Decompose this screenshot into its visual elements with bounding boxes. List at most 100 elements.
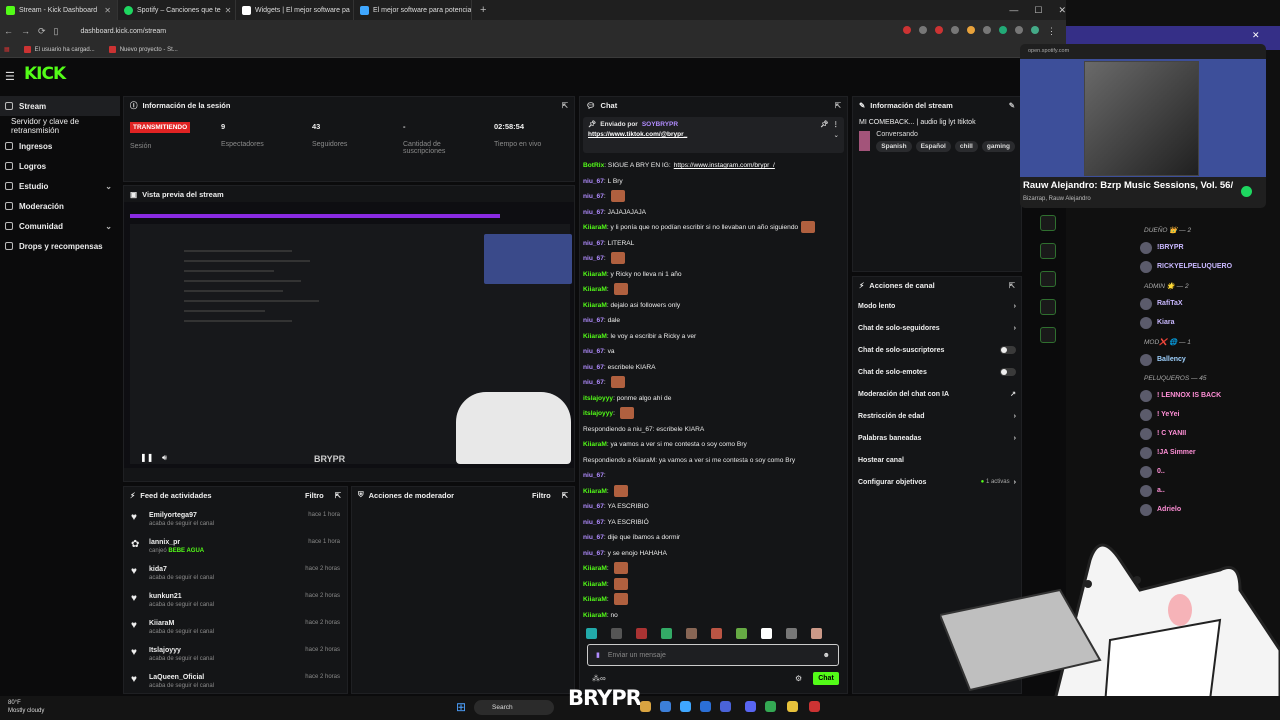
maximize-icon[interactable]: ☐: [1034, 5, 1042, 16]
chat-username[interactable]: KiiaraM: [583, 612, 607, 619]
extension-icon[interactable]: [983, 25, 991, 34]
app-icon[interactable]: [809, 701, 820, 712]
sidebar-item-drops[interactable]: Drops y recompensas: [0, 236, 120, 256]
broadcast-icon[interactable]: [1040, 271, 1056, 287]
weather-widget[interactable]: 80°F Mostly cloudy: [8, 699, 44, 715]
action-ai-moderation[interactable]: Moderación del chat con IA ↗: [853, 383, 1021, 405]
forward-icon[interactable]: →: [21, 26, 30, 36]
app-icon[interactable]: [787, 701, 798, 712]
close-window-icon[interactable]: ✕: [1058, 5, 1066, 16]
tab-widgets[interactable]: Widgets | El mejor software pa✕: [236, 0, 354, 20]
sidebar-item-moderacion[interactable]: Moderación: [0, 196, 120, 216]
chat-username[interactable]: BotRix: [583, 162, 604, 169]
member-item[interactable]: Ballency: [1140, 350, 1270, 369]
extension-icon[interactable]: [1015, 25, 1023, 34]
tab-spotify[interactable]: Spotify – Canciones que te ✕: [118, 0, 236, 20]
menu-dots-icon[interactable]: ⋮: [1047, 26, 1056, 37]
kick-logo[interactable]: KICK: [24, 64, 66, 84]
sidebar-item-logros[interactable]: Logros: [0, 156, 120, 176]
chat-username[interactable]: niu_67: [583, 209, 604, 216]
chat-username[interactable]: niu_67: [583, 364, 604, 371]
emote-icon[interactable]: [586, 628, 597, 639]
app-icon[interactable]: [660, 701, 671, 712]
extension-icon[interactable]: [903, 25, 911, 34]
action-followers-only[interactable]: Chat de solo-seguidores ›: [853, 317, 1021, 339]
chrome-icon[interactable]: [765, 701, 776, 712]
close-tab-icon[interactable]: ✕: [104, 6, 111, 15]
emote-icon[interactable]: [736, 628, 747, 639]
member-item[interactable]: !JA Simmer: [1140, 443, 1270, 462]
windows-start-icon[interactable]: ⊞: [456, 700, 466, 714]
emote-icon[interactable]: [786, 628, 797, 639]
pinned-link[interactable]: https://www.tiktok.com/@brypr_: [588, 131, 687, 139]
chat-username[interactable]: niu_67: [583, 240, 604, 247]
popout-icon[interactable]: ⇱: [1009, 281, 1015, 290]
chat-username[interactable]: KiiaraM: [583, 224, 607, 231]
edge-icon[interactable]: [700, 701, 711, 712]
chat-username[interactable]: niu_67: [583, 519, 604, 526]
action-age-restriction[interactable]: Restricción de edad ›: [853, 405, 1021, 427]
extension-icon[interactable]: [967, 25, 975, 34]
emotes-only-toggle[interactable]: [1000, 368, 1016, 376]
chat-username[interactable]: itslajoyyy: [583, 395, 613, 402]
minimize-icon[interactable]: —: [1009, 5, 1018, 15]
mod-filter-button[interactable]: Filtro: [532, 491, 551, 500]
chat-username[interactable]: KiiaraM: [583, 565, 607, 572]
chat-username[interactable]: KiiaraM: [583, 333, 607, 340]
chat-settings-icon[interactable]: ⁂∞: [592, 674, 606, 683]
bookmark-item[interactable]: El usuario ha cargad...: [23, 46, 95, 53]
chat-username[interactable]: itslajoyyy: [583, 410, 613, 417]
extension-icon[interactable]: [919, 25, 927, 34]
emoji-icon[interactable]: ☻: [823, 652, 830, 659]
chevron-down-icon[interactable]: ⌄: [834, 131, 839, 139]
sidebar-toggle-icon[interactable]: ▯: [54, 26, 59, 37]
member-item[interactable]: ! YeYei: [1140, 405, 1270, 424]
apps-icon[interactable]: ▦: [4, 46, 10, 53]
member-item[interactable]: !BRYPR: [1140, 238, 1270, 257]
member-item[interactable]: a..: [1140, 481, 1270, 500]
chat-username[interactable]: KiiaraM: [583, 581, 607, 588]
chat-username[interactable]: KiiaraM: [583, 488, 607, 495]
menu-dots-icon[interactable]: ⋮: [833, 120, 840, 128]
chat-username[interactable]: KiiaraM: [583, 302, 607, 309]
action-goals[interactable]: Configurar objetivos ● 1 activas ›: [853, 471, 1021, 493]
sidebar-item-ingresos[interactable]: Ingresos: [0, 136, 120, 156]
chat-bubble-icon[interactable]: [1040, 243, 1056, 259]
profile-avatar-icon[interactable]: [1031, 25, 1039, 34]
chat-username[interactable]: KiiaraM: [583, 596, 607, 603]
chat-username[interactable]: KiiaraM: [583, 441, 607, 448]
chat-username[interactable]: niu_67: [583, 503, 604, 510]
member-item[interactable]: ! C YANII: [1140, 424, 1270, 443]
member-item[interactable]: RafiTaX: [1140, 294, 1270, 313]
volume-icon[interactable]: 🔊︎: [162, 453, 167, 463]
close-tab-icon[interactable]: ✕: [225, 6, 232, 15]
discord-icon[interactable]: [745, 701, 756, 712]
send-chat-button[interactable]: Chat: [813, 672, 839, 685]
activity-filter-button[interactable]: Filtro: [305, 491, 324, 500]
member-item[interactable]: 0..: [1140, 462, 1270, 481]
edit-icon[interactable]: ✎: [1009, 101, 1015, 110]
chat-username[interactable]: niu_67: [583, 534, 604, 541]
extension-icon[interactable]: [935, 25, 943, 34]
extension-icon[interactable]: [951, 25, 959, 34]
chat-username[interactable]: niu_67: [583, 317, 604, 324]
chat-username[interactable]: niu_67: [583, 255, 604, 262]
chat-username[interactable]: niu_67: [583, 348, 604, 355]
app-icon[interactable]: [720, 701, 731, 712]
screen-icon[interactable]: [1040, 299, 1056, 315]
stream-preview-video[interactable]: BRYPR ❚❚ 🔊︎: [124, 202, 574, 468]
member-item[interactable]: ! LENNOX IS BACK: [1140, 386, 1270, 405]
member-item[interactable]: Adrielo: [1140, 500, 1270, 519]
taskbar-search[interactable]: Search: [474, 700, 554, 715]
sidebar-item-stream[interactable]: Stream: [0, 96, 120, 116]
emote-icon[interactable]: [686, 628, 697, 639]
chat-input[interactable]: ▮ Enviar un mensaje ☻: [587, 644, 839, 666]
chat-username[interactable]: niu_67: [583, 472, 604, 479]
extension-icon[interactable]: [999, 25, 1007, 34]
new-tab-button[interactable]: +: [472, 4, 494, 16]
chat-username[interactable]: niu_67: [583, 379, 604, 386]
popout-icon[interactable]: ⇱: [562, 491, 568, 500]
url-field[interactable]: dashboard.kick.com/stream: [81, 28, 167, 35]
gear-icon[interactable]: ⚙: [795, 674, 802, 683]
chat-username[interactable]: niu_67: [583, 550, 604, 557]
